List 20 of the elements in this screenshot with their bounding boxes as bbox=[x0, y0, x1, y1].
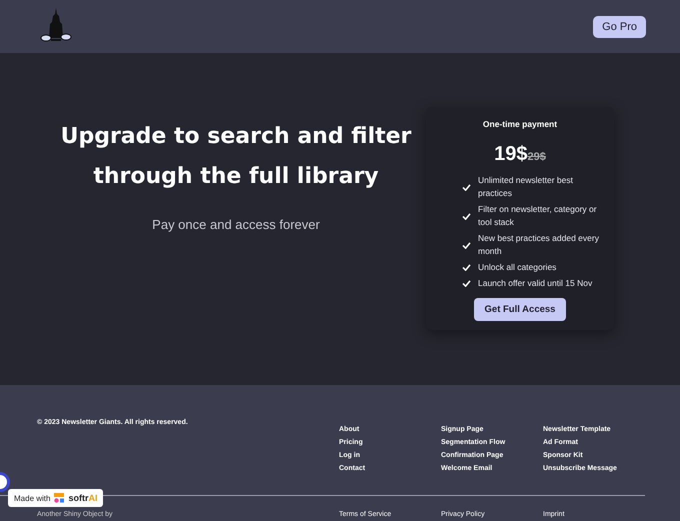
payment-label: One-time payment bbox=[482, 119, 558, 129]
check-icon bbox=[462, 242, 471, 248]
skyscraper-logo-icon[interactable] bbox=[40, 8, 72, 42]
feature-text: Unlimited newsletter best practices bbox=[478, 174, 574, 200]
check-icon bbox=[462, 184, 471, 190]
badge-text: Made with bbox=[14, 494, 50, 502]
check-icon bbox=[462, 212, 471, 220]
feature-text: Filter on newsletter, category or tool stack bbox=[478, 203, 598, 229]
go-pro-button[interactable]: Go Pro bbox=[593, 16, 646, 38]
get-full-access-button[interactable]: Get Full Access bbox=[474, 298, 566, 321]
old-price: 29$ bbox=[528, 151, 546, 163]
feature-text: New best practices added every month bbox=[478, 232, 600, 258]
brand-name: softrAI bbox=[68, 493, 98, 503]
feature-text: Launch offer valid until 15 Nov bbox=[478, 277, 592, 290]
feature-text: Unlock all categories bbox=[478, 261, 556, 274]
price: 19$ bbox=[494, 143, 528, 165]
hero-subtitle: Pay once and access forever bbox=[151, 217, 321, 232]
hero-title: Upgrade to search and filter through the full library bbox=[60, 123, 412, 191]
made-with-badge[interactable]: Made with softrAI bbox=[8, 489, 104, 507]
brand-logo-icon bbox=[54, 493, 64, 503]
